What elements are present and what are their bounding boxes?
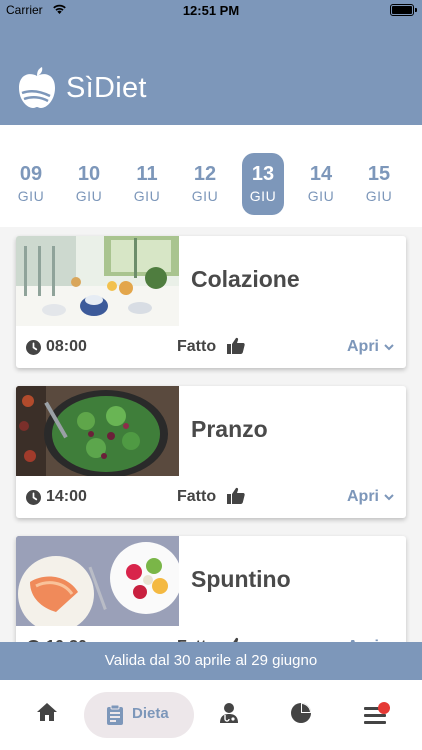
home-icon[interactable]: [36, 702, 58, 722]
thumbs-up-icon[interactable]: [227, 337, 245, 354]
chevron-down-icon: [384, 494, 394, 501]
date-month: GIU: [307, 188, 335, 204]
meal-card-colazione[interactable]: Colazione 08:00 Fatto Apri: [16, 236, 406, 368]
date-month: GIU: [365, 188, 393, 204]
date-month: GIU: [133, 188, 161, 204]
app-header: Carrier 12:51 PM SìDiet: [0, 0, 422, 125]
meal-title: Colazione: [191, 266, 300, 292]
meal-card-pranzo[interactable]: Pranzo 14:00 Fatto Apri: [16, 386, 406, 518]
date-number: 09: [19, 163, 43, 185]
app-title: SìDiet: [66, 72, 147, 104]
clipboard-icon: [107, 704, 123, 725]
meal-title: Pranzo: [191, 416, 268, 442]
clock-icon: [26, 340, 41, 355]
status-bar: Carrier 12:51 PM: [0, 0, 422, 22]
meal-status: Fatto: [177, 338, 217, 355]
date-number: 15: [367, 163, 391, 185]
meal-status: Fatto: [177, 488, 217, 505]
snack-photo: [16, 536, 179, 626]
meal-time: 14:00: [46, 488, 87, 505]
open-button[interactable]: Apri: [347, 488, 379, 506]
meal-title: Spuntino: [191, 566, 291, 592]
date-13-selected[interactable]: 13 GIU: [242, 153, 284, 215]
diet-validity-banner: Valida dal 30 aprile al 29 giugno: [0, 642, 422, 680]
status-time: 12:51 PM: [182, 3, 240, 18]
apple-logo: [19, 67, 55, 108]
date-15[interactable]: 15 GIU: [358, 153, 400, 215]
tab-dieta[interactable]: Dieta: [84, 692, 194, 738]
meal-footer: 08:00 Fatto Apri: [16, 326, 406, 368]
pie-chart-icon[interactable]: [290, 702, 312, 724]
breakfast-photo: [16, 236, 179, 326]
bottom-tab-bar: Dieta: [0, 680, 422, 750]
date-number: 14: [309, 163, 333, 185]
lunch-photo: [16, 386, 179, 476]
date-month: GIU: [17, 188, 45, 204]
notification-badge: [378, 702, 390, 714]
date-number: 13: [251, 163, 275, 185]
clock-icon: [26, 490, 41, 505]
date-11[interactable]: 11 GIU: [126, 153, 168, 215]
battery-icon: [390, 4, 417, 16]
meal-footer: 14:00 Fatto Apri: [16, 476, 406, 518]
date-month: GIU: [75, 188, 103, 204]
chevron-down-icon: [384, 344, 394, 351]
open-button[interactable]: Apri: [347, 338, 379, 356]
tab-dieta-label: Dieta: [132, 705, 169, 722]
doctor-icon[interactable]: [218, 702, 240, 724]
date-number: 11: [136, 163, 158, 185]
date-10[interactable]: 10 GIU: [68, 153, 110, 215]
thumbs-up-icon[interactable]: [227, 487, 245, 504]
date-selector: 09 GIU 10 GIU 11 GIU 12 GIU 13 GIU 14 GI…: [0, 125, 422, 227]
date-09[interactable]: 09 GIU: [10, 153, 52, 215]
date-number: 10: [77, 163, 101, 185]
date-month: GIU: [249, 188, 277, 204]
meal-time: 08:00: [46, 338, 87, 355]
date-number: 12: [193, 163, 217, 185]
date-12[interactable]: 12 GIU: [184, 153, 226, 215]
date-14[interactable]: 14 GIU: [300, 153, 342, 215]
date-month: GIU: [191, 188, 219, 204]
